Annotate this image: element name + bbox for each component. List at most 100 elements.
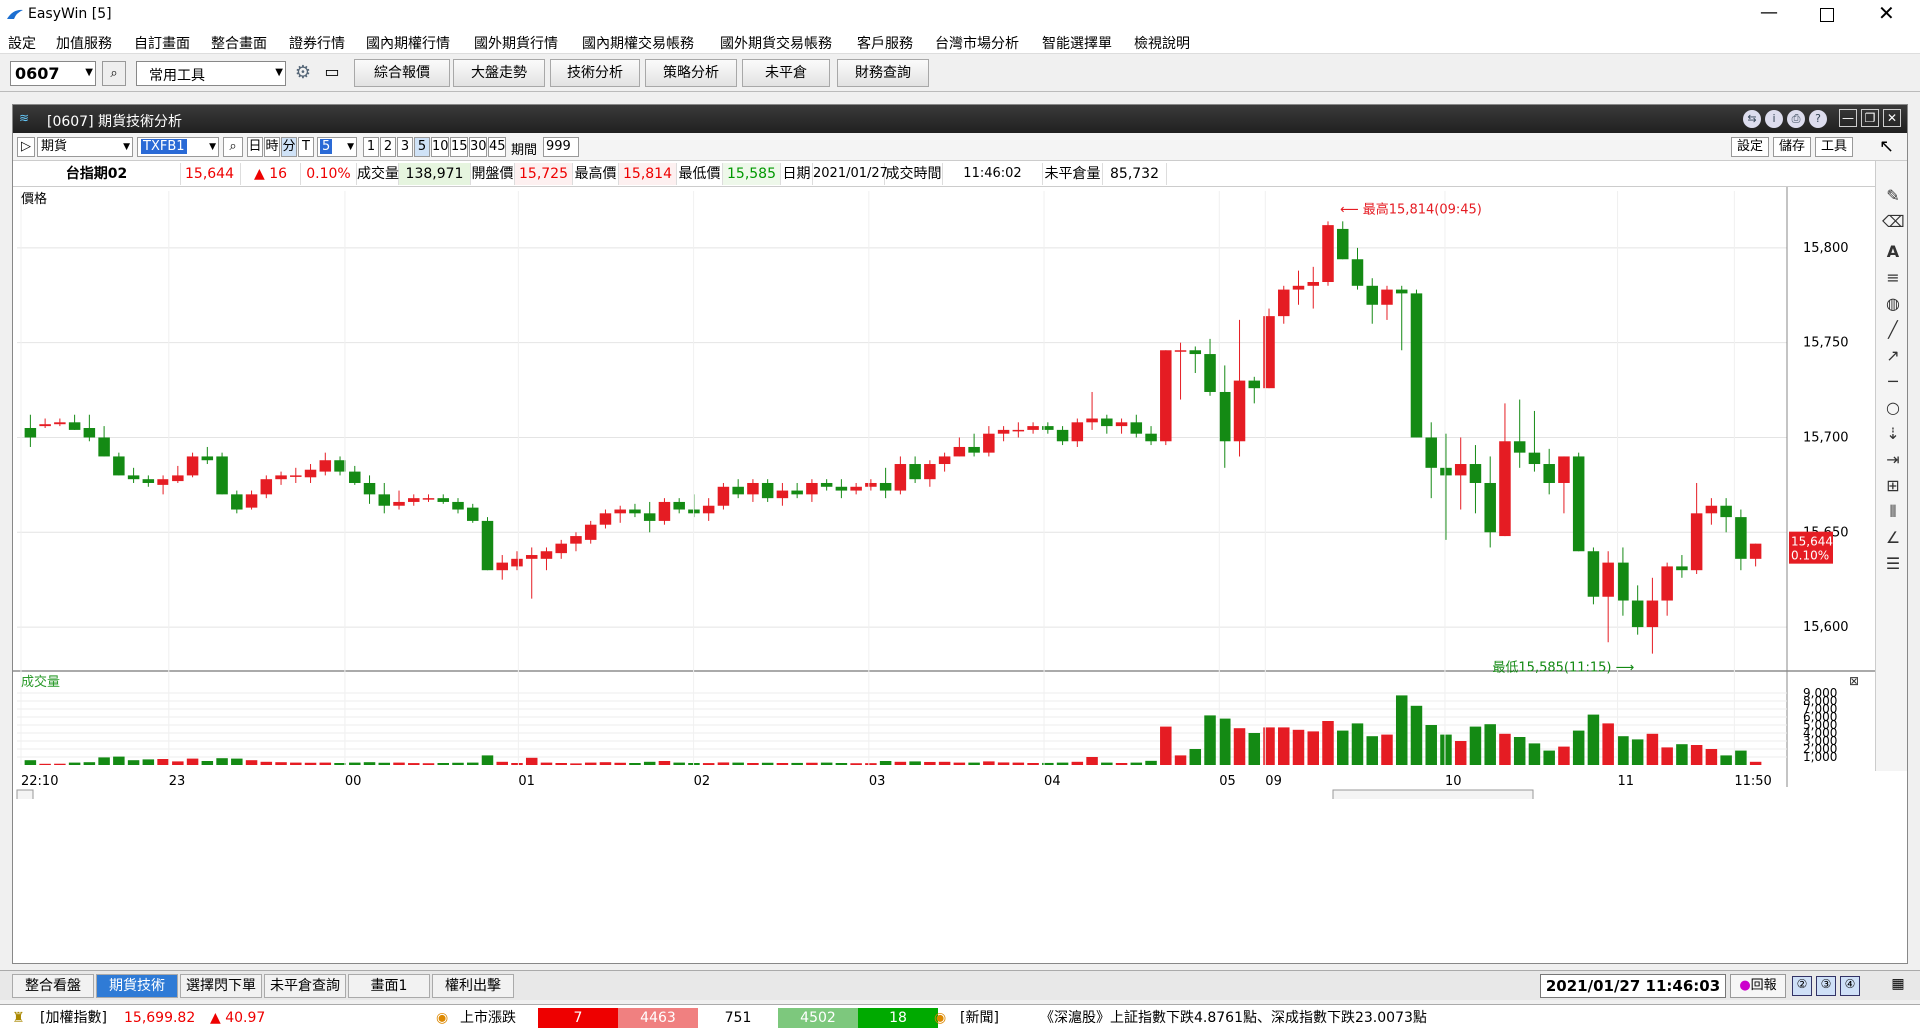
range-input[interactable]: 999 (543, 137, 579, 157)
print-icon[interactable]: ⎙ (1787, 110, 1805, 128)
tools-button[interactable]: 工具 (1815, 137, 1853, 157)
tab-quick-order[interactable]: 選擇閃下單 (180, 974, 262, 998)
market-select[interactable]: 期貨 ▼ (37, 137, 133, 157)
save-button[interactable]: 儲存 (1773, 137, 1811, 157)
minute-30-button[interactable]: 30 (469, 137, 487, 157)
menu-value-added[interactable]: 加值服務 (56, 33, 112, 53)
maximize-icon[interactable] (1820, 8, 1834, 22)
layout-2-icon[interactable]: ② (1792, 976, 1812, 996)
search-icon[interactable]: ⌕ (102, 61, 126, 86)
candle-body (1617, 562, 1629, 601)
menu-settings[interactable]: 設定 (8, 33, 36, 53)
grid-layout-icon[interactable]: ▦ (1888, 976, 1908, 996)
volume-bar (717, 762, 730, 765)
menu-customer-service[interactable]: 客戶服務 (857, 33, 913, 53)
tab-screen1[interactable]: 畫面1 (348, 974, 430, 998)
angle-tool-icon[interactable]: ∠ (1882, 527, 1904, 549)
horizontal-scrollbar[interactable] (1332, 789, 1534, 799)
channel-tool-icon[interactable]: ☰ (1882, 553, 1904, 575)
menu-custom-screen[interactable]: 自訂畫面 (134, 33, 190, 53)
play-icon[interactable]: ▷ (17, 137, 35, 157)
tab-open-position-query[interactable]: 未平倉查詢 (264, 974, 346, 998)
comprehensive-quote-button[interactable]: 綜合報價 (354, 59, 450, 87)
menu-foreign-futures[interactable]: 國外期貨行情 (474, 33, 558, 53)
technical-analysis-button[interactable]: 技術分析 (550, 59, 640, 87)
tab-integrated-watch[interactable]: 整合看盤 (12, 974, 94, 998)
highlighter-icon[interactable]: ✎ (1882, 185, 1904, 207)
symbol-search-icon[interactable]: ⌕ (223, 137, 243, 157)
menu-domestic-trade-account[interactable]: 國內期權交易帳務 (582, 33, 694, 53)
volume-bar (1528, 743, 1541, 765)
chevron-down-icon[interactable]: ▼ (123, 138, 130, 156)
vertical-lines-icon[interactable]: ⦀ (1882, 501, 1904, 523)
reply-button[interactable]: ●回報 (1730, 974, 1786, 998)
info-icon[interactable]: i (1765, 110, 1783, 128)
symbol-select[interactable]: TXFB1 ▼ (137, 137, 219, 157)
minute-15-button[interactable]: 15 (450, 137, 468, 157)
chevron-down-icon[interactable]: ▼ (209, 138, 216, 156)
strategy-analysis-button[interactable]: 策略分析 (645, 59, 737, 87)
minute-5-button[interactable]: 5 (414, 137, 430, 157)
period-minute-button[interactable]: 分 (281, 137, 297, 157)
open-interest-button[interactable]: 未平倉 (742, 59, 830, 87)
scroll-left-icon[interactable] (16, 789, 34, 799)
eraser-icon[interactable]: ⌫ (1882, 211, 1905, 233)
minute-2-button[interactable]: 2 (380, 137, 396, 157)
window-icon[interactable]: ▭ (320, 62, 344, 86)
menu-integrated-screen[interactable]: 整合畫面 (211, 33, 267, 53)
window-minimize-icon[interactable]: — (1839, 109, 1857, 127)
market-trend-button[interactable]: 大盤走勢 (453, 59, 545, 87)
chart-canvas[interactable]: 15,60015,65015,70015,75015,8001,0002,000… (13, 187, 1875, 799)
minute-1-button[interactable]: 1 (363, 137, 379, 157)
minute-10-button[interactable]: 10 (431, 137, 449, 157)
line-tool-icon[interactable]: ╱ (1882, 319, 1904, 341)
menu-domestic-futures-options[interactable]: 國內期權行情 (366, 33, 450, 53)
tab-bar: 整合看盤 期貨技術 選擇閃下單 未平倉查詢 畫面1 權利出擊 2021/01/2… (0, 970, 1920, 1000)
ray-tool-icon[interactable]: ↗ (1882, 345, 1904, 367)
minute-select[interactable]: 5 ▼ (317, 137, 357, 157)
menu-taiwan-market-analysis[interactable]: 台灣市場分析 (935, 33, 1019, 53)
horizontal-lines-icon[interactable]: ≡ (1882, 267, 1904, 289)
hline-tool-icon[interactable]: ─ (1882, 371, 1904, 393)
minimize-icon[interactable]: — (1760, 2, 1778, 23)
candle-body (1528, 452, 1541, 465)
window-close-icon[interactable]: ✕ (1883, 109, 1901, 127)
tab-rights-attack[interactable]: 權利出擊 (432, 974, 514, 998)
window-restore-icon[interactable]: ❐ (1861, 109, 1879, 127)
pin-tool-icon[interactable]: ⇣ (1882, 423, 1904, 445)
financial-query-button[interactable]: 財務查詢 (837, 59, 929, 87)
news-text[interactable]: 《深滬股》上証指數下跌4.8761點、深成指數下跌23.0073點 (1040, 1008, 1427, 1028)
marker-tool-icon[interactable]: ⇥ (1882, 449, 1904, 471)
chevron-down-icon[interactable]: ▼ (85, 67, 93, 78)
menu-foreign-trade-account[interactable]: 國外期貨交易帳務 (720, 33, 832, 53)
period-tick-button[interactable]: T (298, 137, 314, 157)
period-day-button[interactable]: 日 (247, 137, 263, 157)
volume-panel-close-icon[interactable]: ⊠ (1849, 674, 1859, 688)
fibonacci-tool-icon[interactable]: ⊞ (1882, 475, 1904, 497)
gear-icon[interactable]: ⚙ (291, 62, 315, 86)
cursor-icon[interactable]: ↖ (1879, 136, 1894, 157)
minute-3-button[interactable]: 3 (397, 137, 413, 157)
text-tool-icon[interactable]: A (1882, 241, 1904, 263)
settings-button[interactable]: 設定 (1731, 137, 1769, 157)
menu-securities-quotes[interactable]: 證券行情 (289, 33, 345, 53)
volume-bar (275, 762, 287, 765)
layout-4-icon[interactable]: ④ (1840, 976, 1860, 996)
menu-view-help[interactable]: 檢視說明 (1134, 33, 1190, 53)
code-combo[interactable]: 0607 ▼ (10, 61, 96, 86)
menu-smart-selection[interactable]: 智能選擇單 (1042, 33, 1112, 53)
chevron-down-icon[interactable]: ▼ (347, 138, 354, 156)
period-hour-button[interactable]: 時 (264, 137, 280, 157)
fill-icon[interactable]: ◍ (1882, 293, 1904, 315)
tab-futures-technical[interactable]: 期貨技術 (96, 974, 178, 998)
link-icon[interactable]: ⇆ (1743, 110, 1761, 128)
layout-3-icon[interactable]: ③ (1816, 976, 1836, 996)
circle-tool-icon[interactable]: ○ (1882, 397, 1904, 419)
chevron-down-icon[interactable]: ▼ (275, 67, 283, 78)
volume-bar (1233, 728, 1246, 765)
help-icon[interactable]: ? (1809, 110, 1827, 128)
minute-45-button[interactable]: 45 (488, 137, 506, 157)
price-change: ▲ 16 (241, 163, 301, 185)
tool-select[interactable]: 常用工具 ▼ (136, 61, 286, 86)
close-icon[interactable]: ✕ (1878, 1, 1895, 25)
